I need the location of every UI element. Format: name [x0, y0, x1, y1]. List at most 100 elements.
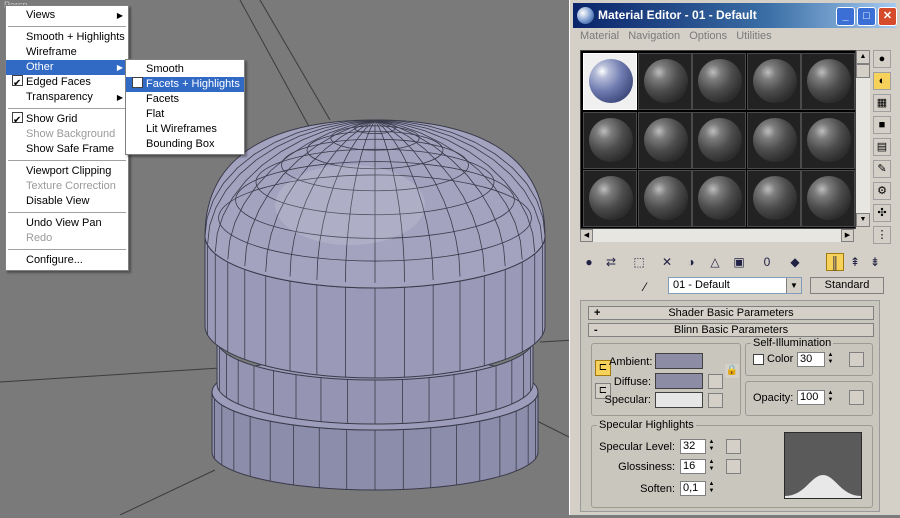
material-sample-slot[interactable] — [583, 170, 637, 227]
options-icon[interactable]: ⚙ — [873, 182, 891, 200]
pick-material-icon[interactable]: ⁄ — [644, 279, 660, 295]
video-color-check-icon[interactable]: ▤ — [873, 138, 891, 156]
make-copy-icon[interactable]: ◑ — [682, 253, 700, 271]
capsule-mesh[interactable] — [204, 119, 546, 491]
slots-vertical-scrollbar[interactable]: ▲ ▼ — [856, 50, 870, 227]
context_menu-item-wireframe[interactable]: Wireframe — [6, 45, 128, 60]
diffuse-color-swatch[interactable] — [655, 373, 703, 389]
context_menu-item-transparency[interactable]: Transparency ▶ — [6, 90, 128, 105]
put-to-scene-icon[interactable]: ⇄ — [602, 253, 620, 271]
scroll-up-icon[interactable]: ▲ — [856, 50, 870, 64]
spinner-arrows-icon[interactable]: ▲ ▼ — [707, 481, 716, 496]
context_menu-item-undo-view-pan[interactable]: Undo View Pan — [6, 216, 128, 231]
opacity-value-field[interactable]: 100 — [797, 390, 825, 405]
context_menu-item-other[interactable]: Other ▶ — [6, 60, 128, 75]
go-forward-to-sibling-icon[interactable]: ⇟ — [866, 253, 884, 271]
self-illum-color-checkbox[interactable] — [753, 354, 764, 365]
show-end-result-icon[interactable]: ║ — [826, 253, 844, 271]
slots-horizontal-scrollbar[interactable]: ◀ ▶ — [580, 229, 854, 242]
spinner-arrows-icon[interactable]: ▲ ▼ — [707, 459, 716, 474]
context_menu-item-viewport-clipping[interactable]: Viewport Clipping — [6, 164, 128, 179]
submenu-item-flat[interactable]: Flat — [126, 107, 244, 122]
context_menu-item-disable-view[interactable]: Disable View — [6, 194, 128, 209]
spinner-arrows-icon[interactable]: ▲ ▼ — [826, 390, 835, 405]
diffuse-map-button[interactable] — [708, 374, 723, 389]
material-sample-slot[interactable] — [692, 53, 746, 110]
context_menu-item-show-grid[interactable]: ✔ Show Grid — [6, 112, 128, 127]
context_menu-item-views[interactable]: Views ▶ — [6, 8, 128, 23]
chevron-down-icon[interactable]: ▼ — [786, 278, 801, 293]
material-sample-slot[interactable] — [637, 170, 692, 227]
scroll-left-icon[interactable]: ◀ — [580, 229, 593, 242]
make-preview-icon[interactable]: ✎ — [873, 160, 891, 178]
scroll-down-icon[interactable]: ▼ — [856, 213, 870, 227]
material-sample-slot[interactable] — [746, 111, 801, 169]
make-unique-icon[interactable]: △ — [706, 253, 724, 271]
menu-item-label: Viewport Clipping — [26, 165, 112, 177]
material-sample-slot[interactable] — [637, 53, 692, 110]
material-sample-slot[interactable] — [746, 170, 801, 227]
material-sample-slot[interactable] — [692, 111, 746, 169]
menu-navigation[interactable]: Navigation — [628, 28, 680, 44]
spinner-arrows-icon[interactable]: ▲ ▼ — [826, 352, 835, 367]
material-sample-slot[interactable] — [583, 53, 637, 110]
sample-sphere — [589, 176, 633, 220]
context_menu-item-smooth-highlights[interactable]: Smooth + Highlights — [6, 30, 128, 45]
submenu-item-facets[interactable]: Facets — [126, 92, 244, 107]
select-by-material-icon[interactable]: ✣ — [873, 204, 891, 222]
material-map-navigator-icon[interactable]: ⋮ — [873, 226, 891, 244]
maximize-button[interactable]: □ — [857, 7, 876, 26]
sample-type-icon[interactable]: ● — [873, 50, 891, 68]
title-bar[interactable]: Material Editor - 01 - Default _ □ ✕ — [573, 3, 897, 28]
material-sample-slot[interactable] — [801, 170, 855, 227]
blinn-basic-parameters-rollout[interactable]: - Blinn Basic Parameters — [588, 323, 874, 337]
scroll-thumb[interactable] — [856, 64, 870, 78]
shader-basic-parameters-rollout[interactable]: + Shader Basic Parameters — [588, 306, 874, 320]
ambient-color-swatch[interactable] — [655, 353, 703, 369]
submenu-item-lit-wireframes[interactable]: Lit Wireframes — [126, 122, 244, 137]
submenu-item-smooth[interactable]: Smooth — [126, 62, 244, 77]
background-icon[interactable]: ▦ — [873, 94, 891, 112]
soften-field[interactable]: 0,1 — [680, 481, 706, 496]
dome-highlight — [275, 165, 425, 245]
material-sample-slot[interactable] — [583, 111, 637, 169]
specular-color-swatch[interactable] — [655, 392, 703, 408]
opacity-map-button[interactable] — [849, 390, 864, 405]
spinner-arrows-icon[interactable]: ▲ ▼ — [707, 439, 716, 454]
material-sample-slot[interactable] — [746, 53, 801, 110]
material-sample-slot[interactable] — [637, 111, 692, 169]
backlight-icon[interactable]: ◐ — [873, 72, 891, 90]
submenu-item-facets-highlights[interactable]: ✔ Facets + Highlights — [126, 77, 244, 92]
reset-icon[interactable]: ✕ — [658, 253, 676, 271]
close-button[interactable]: ✕ — [878, 7, 897, 26]
show-map-icon[interactable]: ◆ — [786, 253, 804, 271]
material-effects-channel-icon[interactable]: 0 — [758, 253, 776, 271]
sample-uv-tiling-icon[interactable]: ■ — [873, 116, 891, 134]
context_menu-item-edged-faces[interactable]: ✔ Edged Faces — [6, 75, 128, 90]
material-sample-slot[interactable] — [801, 111, 855, 169]
lock-icon[interactable]: 🔒 — [725, 364, 739, 378]
glossiness-field[interactable]: 16 — [680, 459, 706, 474]
specular-map-button[interactable] — [708, 393, 723, 408]
menu-options[interactable]: Options — [689, 28, 727, 44]
material-sample-slot[interactable] — [692, 170, 746, 227]
submenu-item-bounding-box[interactable]: Bounding Box — [126, 137, 244, 152]
material-sample-slot[interactable] — [801, 53, 855, 110]
menu-material[interactable]: Material — [580, 28, 619, 44]
assign-material-icon[interactable]: ⬚ — [630, 253, 648, 271]
glossiness-map-button[interactable] — [726, 459, 741, 474]
material-name-dropdown[interactable]: 01 - Default ▼ — [668, 277, 802, 294]
go-to-parent-icon[interactable]: ⇞ — [846, 253, 864, 271]
get-material-icon[interactable]: ● — [580, 253, 598, 271]
self-illum-map-button[interactable] — [849, 352, 864, 367]
minimize-button[interactable]: _ — [836, 7, 855, 26]
menu-utilities[interactable]: Utilities — [736, 28, 771, 44]
self-illum-value-field[interactable]: 30 — [797, 352, 825, 367]
context_menu-item-configure[interactable]: Configure... — [6, 253, 128, 268]
material-type-button[interactable]: Standard — [810, 277, 884, 294]
scroll-right-icon[interactable]: ▶ — [841, 229, 854, 242]
specular-level-field[interactable]: 32 — [680, 439, 706, 454]
specular-level-map-button[interactable] — [726, 439, 741, 454]
context_menu-item-show-safe-frame[interactable]: Show Safe Frame — [6, 142, 128, 157]
put-to-library-icon[interactable]: ▣ — [730, 253, 748, 271]
